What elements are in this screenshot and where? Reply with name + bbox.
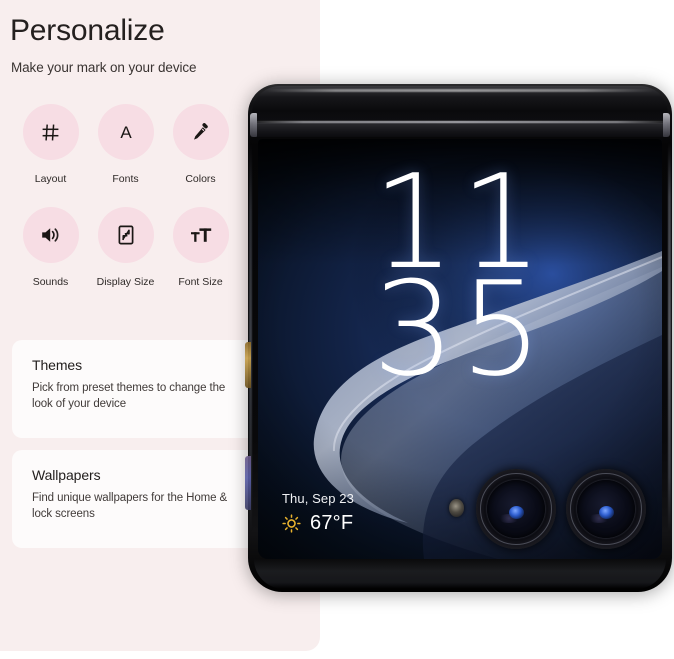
flash-sensor-icon [449,499,464,517]
grid-icon [22,104,79,160]
hinge-chip-right [663,113,670,137]
hinge-chip-left [250,113,257,137]
eyedropper-icon [172,104,229,160]
page-title: Personalize [10,14,165,47]
letter-a-icon-svg: A [120,123,132,142]
display-size-icon-svg [118,225,133,245]
quick-setting-colors[interactable]: Colors [163,104,238,185]
cover-screen[interactable]: 11 35 Thu, Sep 23 67°F [258,139,662,559]
lid-highlight [266,89,654,92]
camera-lens-main [476,469,556,549]
sun-icon [282,514,301,533]
hinge-band [253,123,667,137]
quick-settings-row-1: Layout A Fonts Colors [0,104,250,185]
wallpapers-card[interactable]: Wallpapers Find unique wallpapers for th… [12,450,272,548]
quick-setting-label: Layout [34,173,67,185]
themes-card[interactable]: Themes Pick from preset themes to change… [12,340,272,438]
eyedropper-icon-svg [194,122,208,140]
camera-cluster [449,469,646,549]
quick-setting-fonts[interactable]: A Fonts [88,104,163,185]
card-description: Find unique wallpapers for the Home & lo… [32,492,228,520]
camera-lens-highlight [599,505,614,519]
quick-setting-label: Fonts [112,173,139,185]
camera-lens-highlight [509,505,524,519]
quick-setting-display-size[interactable]: Display Size [88,207,163,288]
cover-date: Thu, Sep 23 [282,491,354,506]
speaker-icon-svg [41,228,58,242]
phone-lid [252,86,668,120]
hinge-seam [254,121,666,123]
font-size-icon [172,207,229,263]
quick-setting-label: Sounds [32,276,69,288]
quick-setting-label: Display Size [96,276,155,288]
screenshot-root: Personalize Make your mark on your devic… [0,0,674,659]
quick-settings-row-2: Sounds Display Size Font Size [0,207,250,288]
phone-chin [254,559,666,589]
quick-setting-font-size[interactable]: Font Size [163,207,238,288]
cover-temperature: 67°F [310,512,354,534]
volume-button[interactable] [245,456,251,510]
card-description: Pick from preset themes to change the lo… [32,382,226,410]
display-size-icon [97,207,154,263]
quick-setting-sounds[interactable]: Sounds [13,207,88,288]
camera-lens-secondary [566,469,646,549]
card-title: Themes [32,357,82,373]
phone-edge-right [668,142,671,532]
power-button[interactable] [245,342,251,388]
card-title: Wallpapers [32,467,101,483]
svg-text:A: A [120,123,132,142]
page-subtitle: Make your mark on your device [11,60,197,75]
quick-setting-label: Font Size [178,276,223,288]
quick-setting-layout[interactable]: Layout [13,104,88,185]
speaker-icon [22,207,79,263]
font-size-icon-svg [190,228,211,242]
phone-device: 11 35 Thu, Sep 23 67°F [245,84,672,592]
letter-a-icon: A [97,104,154,160]
cover-date-weather-widget[interactable]: Thu, Sep 23 67°F [282,491,354,535]
grid-icon-svg [42,124,59,140]
cover-weather: 67°F [282,512,354,535]
quick-settings-grid: Layout A Fonts Colors Sounds Display Siz… [0,104,250,288]
quick-setting-label: Colors [185,173,216,185]
